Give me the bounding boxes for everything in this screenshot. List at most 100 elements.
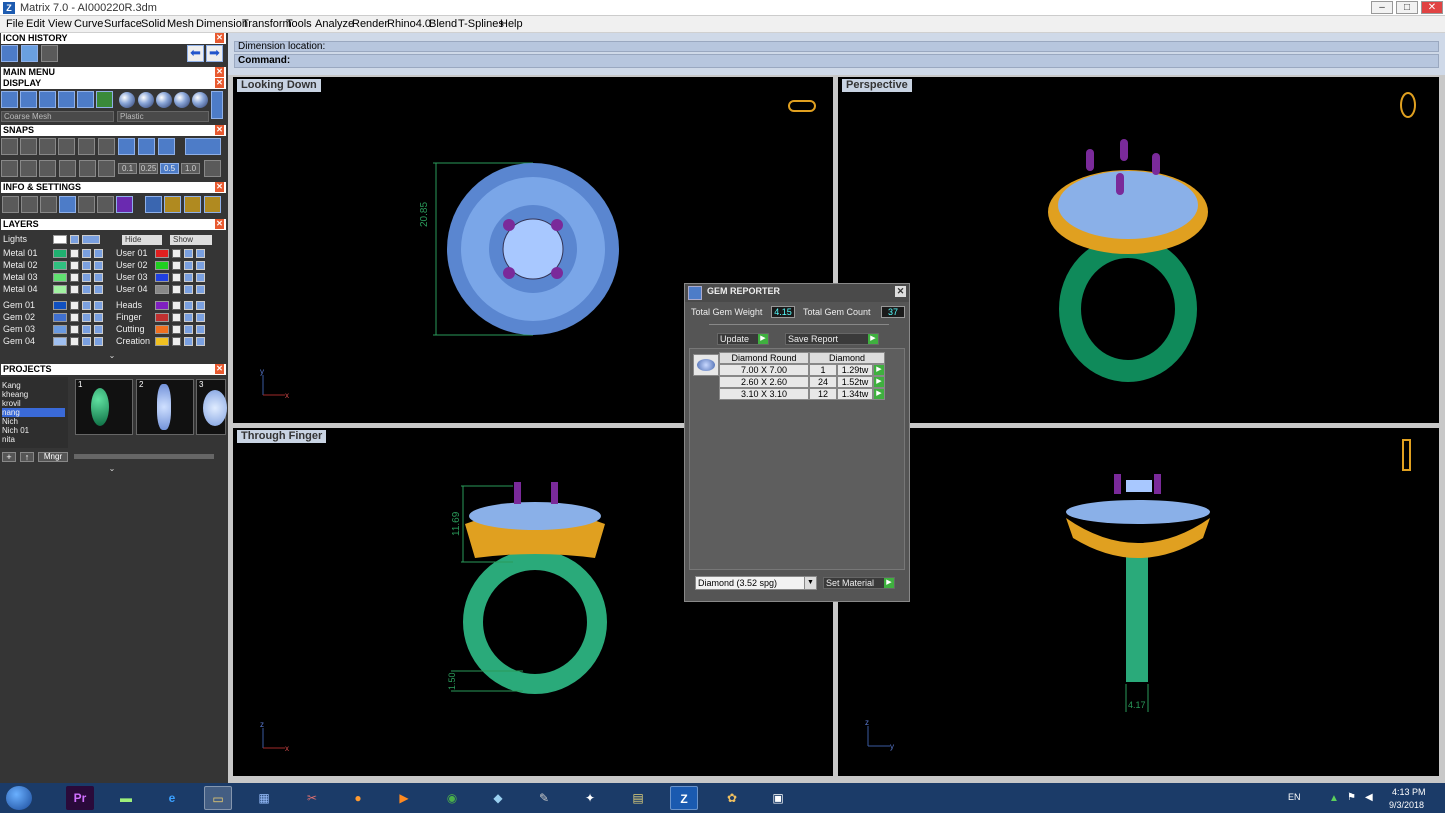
menu-file[interactable]: File [6, 18, 24, 30]
history-grid-icon[interactable] [1, 45, 18, 62]
layer-color[interactable] [155, 273, 169, 282]
layer-color[interactable] [53, 285, 67, 294]
layer-toggle[interactable] [82, 249, 91, 258]
edit-icon[interactable] [97, 196, 114, 213]
expand-chevron-icon[interactable]: ⌄ [107, 464, 117, 473]
layer-color[interactable] [155, 301, 169, 310]
project-list-item[interactable]: kheang [2, 390, 65, 399]
view-cube-icon[interactable] [788, 100, 816, 112]
layer-shade-icon[interactable] [96, 91, 113, 108]
lock-icon[interactable] [172, 285, 181, 294]
mesh-dropdown[interactable]: Coarse Mesh [1, 111, 114, 122]
snap-end-icon[interactable] [39, 138, 56, 155]
project-list-item[interactable]: nita [2, 435, 65, 444]
icon-history-header[interactable]: ICON HISTORY ✕ [1, 33, 226, 44]
snipping-icon[interactable]: ✂ [298, 786, 326, 810]
layer-toggle[interactable] [196, 313, 205, 322]
play-icon[interactable]: ▶ [873, 376, 885, 388]
update-button[interactable]: Update ▶ [717, 333, 769, 345]
lock-icon[interactable] [70, 249, 79, 258]
render-metal-icon[interactable] [58, 91, 75, 108]
project-scrollbar[interactable] [74, 454, 214, 459]
layer-color[interactable] [53, 273, 67, 282]
box-icon[interactable] [59, 196, 76, 213]
render-icon[interactable] [39, 91, 56, 108]
show-button[interactable]: Show [170, 235, 212, 245]
layer-color[interactable] [155, 313, 169, 322]
lights-color[interactable] [53, 235, 67, 244]
snap-quad-icon[interactable] [118, 138, 135, 155]
close-icon[interactable]: ✕ [215, 219, 224, 229]
weight-icon[interactable] [184, 196, 201, 213]
up-arrow-icon[interactable]: ↑ [20, 452, 34, 462]
layer-toggle[interactable] [196, 273, 205, 282]
pen-tool-icon[interactable]: ✎ [530, 786, 558, 810]
manager-button[interactable]: Mngr [38, 452, 68, 462]
layer-toggle[interactable] [184, 261, 193, 270]
notes-icon[interactable]: ▬ [112, 786, 140, 810]
snap-tan-icon[interactable] [158, 138, 175, 155]
menu-tsplines[interactable]: T-Splines [458, 18, 504, 30]
view-cube-icon[interactable] [1400, 92, 1416, 118]
project-list-item[interactable]: Kang [2, 381, 65, 390]
firefox-icon[interactable]: ● [344, 786, 372, 810]
layer-toggle[interactable] [196, 325, 205, 334]
material-select[interactable]: Diamond (3.52 spg) ▼ [695, 576, 817, 590]
layer-toggle[interactable] [184, 301, 193, 310]
menu-dimension[interactable]: Dimension [196, 18, 248, 30]
snap-perp-icon[interactable] [138, 138, 155, 155]
snap-value-button[interactable]: 0.25 [139, 163, 158, 174]
lock-icon[interactable] [70, 285, 79, 294]
layer-color[interactable] [155, 249, 169, 258]
layer-toggle[interactable] [184, 325, 193, 334]
wireframe-icon[interactable] [1, 91, 18, 108]
lock-icon[interactable] [172, 301, 181, 310]
layer-toggle[interactable] [94, 313, 103, 322]
layer-color[interactable] [53, 313, 67, 322]
snap-smart-icon[interactable] [79, 160, 96, 177]
image-icon[interactable]: ▣ [764, 786, 792, 810]
material-sphere-icon[interactable] [138, 92, 154, 108]
hide-button[interactable]: Hide [122, 235, 162, 245]
measure-icon[interactable] [164, 196, 181, 213]
material-sphere-icon[interactable] [192, 92, 208, 108]
language-indicator[interactable]: EN [1288, 792, 1301, 802]
expand-chevron-icon[interactable]: ⌄ [107, 351, 117, 360]
paint-icon[interactable]: ✿ [718, 786, 746, 810]
shade-icon[interactable] [20, 91, 37, 108]
layer-toggle[interactable] [82, 261, 91, 270]
layer-toggle[interactable] [94, 261, 103, 270]
snap-curve-icon[interactable] [20, 138, 37, 155]
menu-view[interactable]: View [48, 18, 72, 30]
project-list-item[interactable]: nang [2, 408, 65, 417]
snap-value-button[interactable]: 0.5 [160, 163, 179, 174]
layer-toggle[interactable] [196, 337, 205, 346]
lock-icon[interactable] [70, 273, 79, 282]
calculator-icon[interactable]: ▦ [250, 786, 278, 810]
search-icon[interactable] [21, 196, 38, 213]
file-explorer-icon[interactable]: ▭ [204, 786, 232, 810]
dimension-icon[interactable] [40, 196, 57, 213]
lock-icon[interactable] [70, 313, 79, 322]
snap-grid-icon[interactable] [1, 138, 18, 155]
main-menu-header[interactable]: MAIN MENU ✕ [1, 67, 226, 78]
render-gem-icon[interactable] [77, 91, 94, 108]
snaps-header[interactable]: SNAPS ✕ [1, 125, 226, 136]
material-dropdown[interactable]: Plastic [117, 111, 209, 122]
media-player-icon[interactable]: ▶ [390, 786, 418, 810]
close-icon[interactable]: ✕ [215, 67, 224, 77]
layer-toggle[interactable] [82, 285, 91, 294]
menu-edit[interactable]: Edit [26, 18, 45, 30]
snap-plane-icon[interactable] [20, 160, 37, 177]
material-sphere-icon[interactable] [174, 92, 190, 108]
layer-toggle[interactable] [196, 261, 205, 270]
snap-project-icon[interactable] [59, 160, 76, 177]
layer-color[interactable] [53, 261, 67, 270]
clock-time[interactable]: 4:13 PM [1392, 787, 1426, 797]
layer-toggle[interactable] [82, 235, 100, 244]
project-list-item[interactable]: krovil [2, 399, 65, 408]
snap-toggle-icon[interactable] [185, 138, 221, 155]
close-icon[interactable]: ✕ [215, 125, 224, 135]
project-thumb[interactable]: 3 [196, 379, 227, 435]
start-button[interactable] [6, 786, 32, 810]
